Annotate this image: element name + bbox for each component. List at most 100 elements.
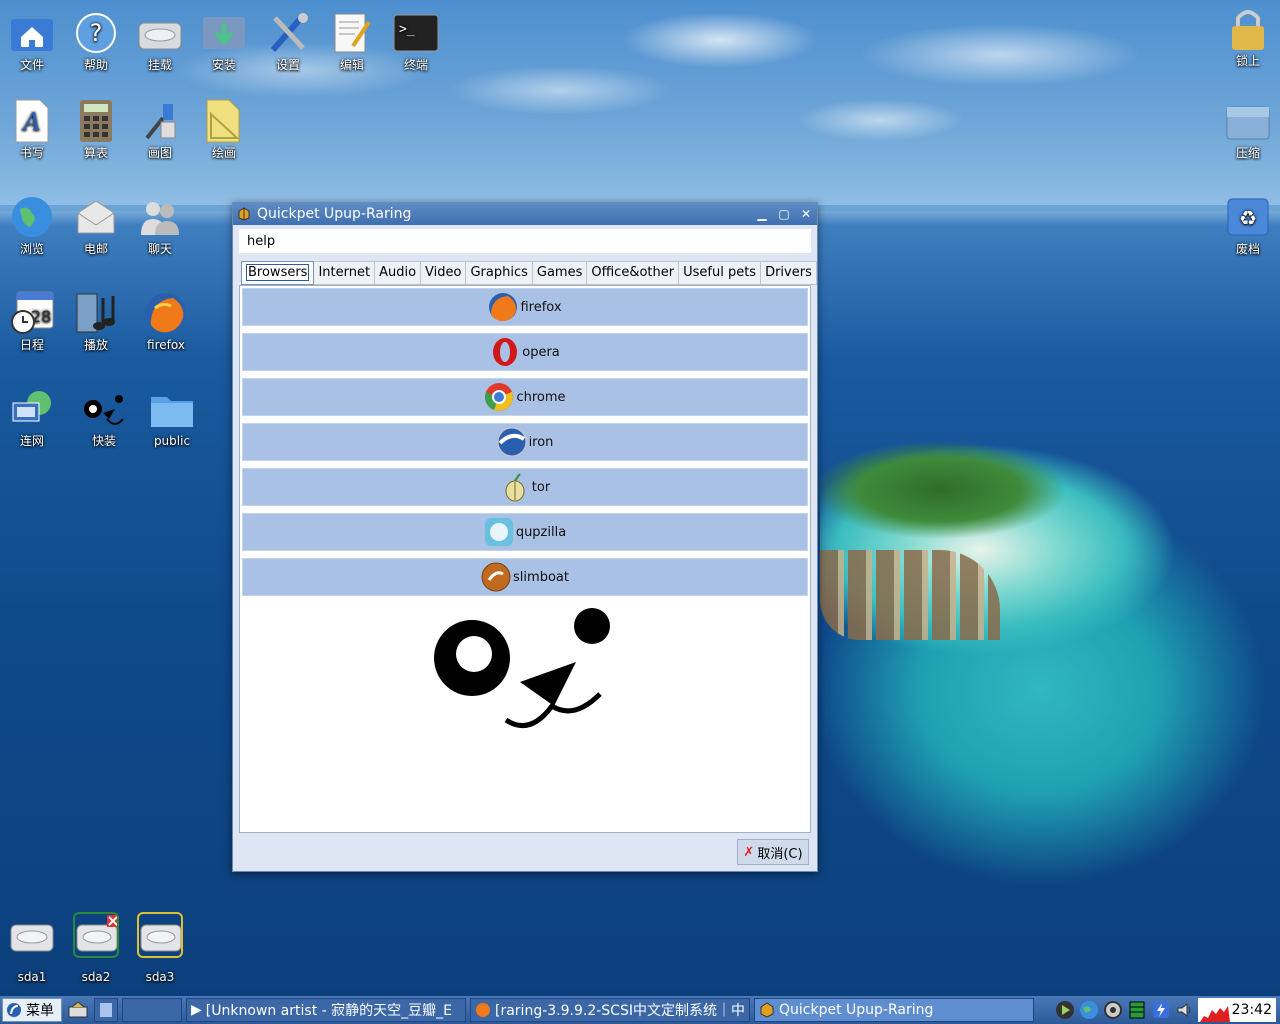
desktop-icon-calendar[interactable]: 28 日程 xyxy=(0,290,64,353)
desktop-icon-lock[interactable]: 锁上 xyxy=(1216,6,1280,69)
window-title: Quickpet Upup-Raring xyxy=(257,206,412,222)
task-quickpet[interactable]: Quickpet Upup-Raring xyxy=(754,998,1034,1022)
desktop-icon-edit[interactable]: 编辑 xyxy=(320,10,384,73)
install-opera-button[interactable]: opera xyxy=(242,333,808,371)
icon-label: 连网 xyxy=(19,434,44,448)
svg-text:♻: ♻ xyxy=(1239,206,1257,230)
power-tray-icon[interactable] xyxy=(1150,999,1172,1021)
icon-label: 编辑 xyxy=(339,58,364,72)
task-firefox[interactable]: [raring-3.9.9.2-SCSI中文定制系统｜中 xyxy=(470,998,750,1022)
text-editor-icon xyxy=(329,10,375,56)
tab-video[interactable]: Video xyxy=(421,261,467,285)
minimize-button[interactable]: ▁ xyxy=(751,205,773,223)
desktop-icon-draw[interactable]: 绘画 xyxy=(192,98,256,161)
drive-sda1[interactable]: sda1 xyxy=(0,912,64,985)
tab-drivers[interactable]: Drivers xyxy=(761,261,817,285)
tab-games[interactable]: Games xyxy=(532,261,588,285)
chat-people-icon xyxy=(137,194,183,240)
drive-icon xyxy=(73,912,119,958)
drive-sda2[interactable]: sda2 xyxy=(64,912,128,985)
desktop-icon-firefox[interactable]: firefox xyxy=(134,290,198,353)
start-menu-button[interactable]: 菜单 xyxy=(2,998,62,1022)
media-player-icon xyxy=(73,290,119,336)
install-iron-button[interactable]: iron xyxy=(242,423,808,461)
drive-sda3[interactable]: sda3 xyxy=(128,912,192,985)
tab-useful-pets[interactable]: Useful pets xyxy=(679,261,762,285)
desktop-icon-help[interactable]: ? 帮助 xyxy=(64,10,128,73)
cancel-icon: ✗ xyxy=(743,844,755,860)
archive-icon xyxy=(1225,98,1271,144)
desktop-icon-calc[interactable]: 算表 xyxy=(64,98,128,161)
cpu-graph-icon xyxy=(1199,1006,1230,1022)
tab-office-other[interactable]: Office&other xyxy=(587,261,680,285)
icon-label: 帮助 xyxy=(83,58,108,72)
desktop-icon-network[interactable]: 连网 xyxy=(0,386,64,449)
firefox-icon xyxy=(143,290,189,336)
install-firefox-button[interactable]: firefox xyxy=(242,288,808,326)
battery-tray-icon[interactable] xyxy=(1126,999,1148,1021)
icon-label: 快装 xyxy=(91,434,116,448)
desktop-icon-mail[interactable]: 电邮 xyxy=(64,194,128,257)
clock[interactable]: 23:42 xyxy=(1197,998,1276,1022)
qupzilla-icon xyxy=(484,517,514,547)
install-chrome-button[interactable]: chrome xyxy=(242,378,808,416)
desktop-icon-chat[interactable]: 聊天 xyxy=(128,194,192,257)
tools-icon xyxy=(265,10,311,56)
desktop-icon-install[interactable]: 安装 xyxy=(192,10,256,73)
desktop-icon-settings[interactable]: 设置 xyxy=(256,10,320,73)
desktop-icon-write[interactable]: A 书写 xyxy=(0,98,64,161)
task-audio-player[interactable]: ▶ [Unknown artist - 寂静的天空_豆瓣_E xyxy=(186,998,466,1022)
install-icon xyxy=(201,10,247,56)
maximize-button[interactable]: ▢ xyxy=(773,205,795,223)
icon-label: 文件 xyxy=(19,58,44,72)
volume-tray-icon[interactable] xyxy=(1174,999,1196,1021)
quicklaunch-icon[interactable] xyxy=(66,998,90,1022)
install-slimboat-button[interactable]: slimboat xyxy=(242,558,808,596)
iron-icon xyxy=(497,427,527,457)
install-tor-button[interactable]: tor xyxy=(242,468,808,506)
icon-label: 安装 xyxy=(211,58,236,72)
system-tray: 23:42 xyxy=(1054,998,1280,1022)
writer-icon: A xyxy=(9,98,55,144)
cancel-button[interactable]: ✗ 取消(C) xyxy=(737,839,809,865)
slimboat-icon xyxy=(481,562,511,592)
icon-label: sda1 xyxy=(17,970,47,984)
window-titlebar[interactable]: Quickpet Upup-Raring ▁ ▢ ✕ xyxy=(233,203,817,225)
quickpet-window: Quickpet Upup-Raring ▁ ▢ ✕ help Browsers… xyxy=(232,202,818,872)
desktop-icon-browse[interactable]: 浏览 xyxy=(0,194,64,257)
paint-brush-icon xyxy=(137,98,183,144)
desktop-pager-2[interactable] xyxy=(122,998,182,1022)
desktop-icon-mount[interactable]: 挂载 xyxy=(128,10,192,73)
network-icon xyxy=(9,386,55,432)
tab-browsers[interactable]: Browsers xyxy=(241,261,315,285)
network-tray-icon[interactable] xyxy=(1078,999,1100,1021)
desktop-icon-file[interactable]: 文件 xyxy=(0,10,64,73)
help-icon: ? xyxy=(73,10,119,56)
menu-help[interactable]: help xyxy=(247,234,275,249)
desktop-icon-trash[interactable]: ♻ 废档 xyxy=(1216,194,1280,257)
desktop-icon-paint[interactable]: 画图 xyxy=(128,98,192,161)
close-button[interactable]: ✕ xyxy=(795,205,817,223)
quickpet-mascot-face xyxy=(434,608,610,729)
tab-internet[interactable]: Internet xyxy=(314,261,376,285)
icon-label: 日程 xyxy=(19,338,44,352)
icon-label: public xyxy=(153,434,191,448)
install-qupzilla-button[interactable]: qupzilla xyxy=(242,513,808,551)
folder-icon xyxy=(149,386,195,432)
island-scenery xyxy=(820,430,1280,990)
tor-icon xyxy=(500,472,530,502)
tab-graphics[interactable]: Graphics xyxy=(466,261,533,285)
desktop-pager[interactable] xyxy=(94,998,118,1022)
desktop-icon-public[interactable]: public xyxy=(140,386,204,449)
icon-label: 设置 xyxy=(275,58,300,72)
tab-audio[interactable]: Audio xyxy=(375,261,422,285)
desktop-icon-terminal[interactable]: >_ 终端 xyxy=(384,10,448,73)
desktop-icon-compress[interactable]: 压缩 xyxy=(1216,98,1280,161)
icon-label: 挂载 xyxy=(147,58,172,72)
media-play-tray-icon[interactable] xyxy=(1054,999,1076,1021)
desktop-icon-quickpet[interactable]: 快装 xyxy=(72,386,136,449)
gear-tray-icon[interactable] xyxy=(1102,999,1124,1021)
icon-label: 播放 xyxy=(83,338,108,352)
icon-label: sda3 xyxy=(145,970,175,984)
desktop-icon-play[interactable]: 播放 xyxy=(64,290,128,353)
